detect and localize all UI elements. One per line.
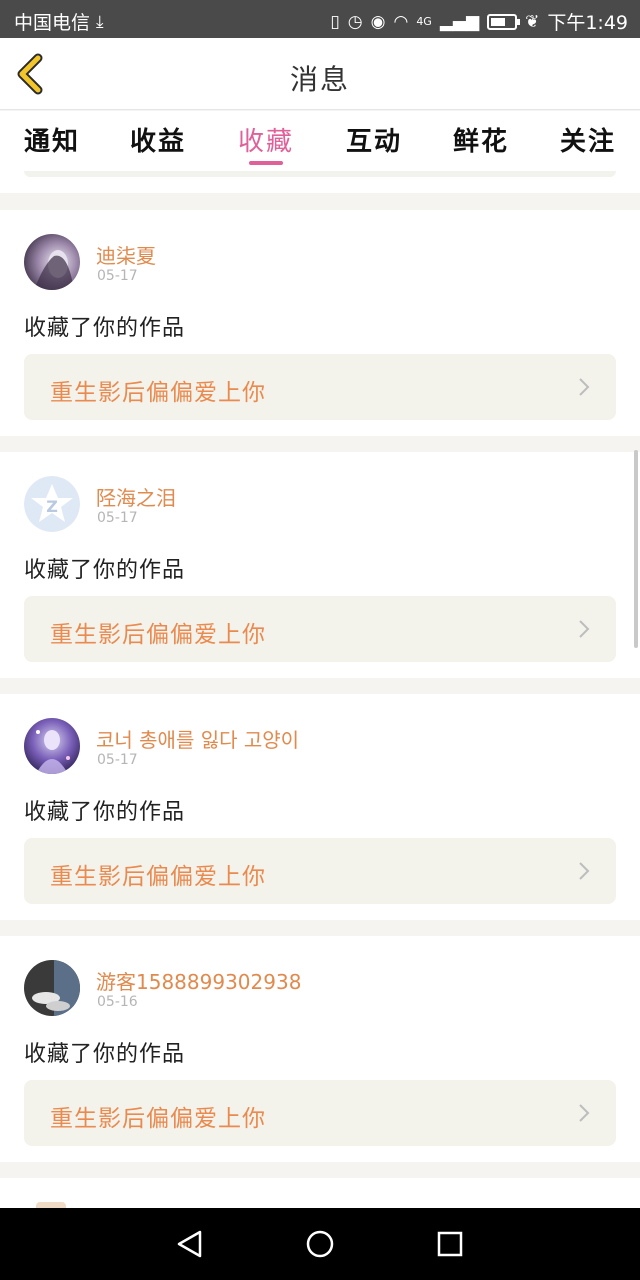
tab-label: 收益: [129, 127, 186, 157]
work-title: 重生影后偏偏爱上你: [50, 864, 266, 890]
tab-flowers[interactable]: 鲜花: [441, 121, 521, 158]
nav-recents-button[interactable]: [430, 1224, 470, 1264]
message-card: Z 陉海之泪 05-17 收藏了你的作品 重生影后偏偏爱上你: [0, 452, 640, 678]
username[interactable]: 迪柒夏: [96, 240, 156, 269]
circle-home-icon: [306, 1230, 334, 1258]
download-icon: ⤓: [96, 11, 104, 32]
avatar[interactable]: [24, 718, 80, 774]
message-card: 迪柒夏 05-17 收藏了你的作品 重生影后偏偏爱上你: [0, 210, 640, 436]
chevron-right-icon: [579, 1104, 590, 1122]
svg-text:Z: Z: [46, 497, 58, 516]
avatar[interactable]: Z: [24, 476, 80, 532]
tab-bar: 通知 收益 收藏 互动 鲜花 关注: [0, 111, 640, 171]
work-link[interactable]: 重生影后偏偏爱上你: [24, 1080, 616, 1146]
action-text: 收藏了你的作品: [24, 558, 186, 583]
tab-label: 鲜花: [452, 127, 509, 157]
tab-notifications[interactable]: 通知: [12, 121, 92, 158]
avatar[interactable]: [24, 960, 80, 1016]
status-time: 下午1:49: [547, 12, 628, 34]
triangle-back-icon: [177, 1230, 202, 1258]
tab-label: 收藏: [237, 127, 294, 157]
network-type: 4G: [416, 14, 432, 28]
username[interactable]: 游客1588899302938: [96, 966, 301, 995]
scrollbar[interactable]: [634, 450, 638, 648]
eye-icon: ◉: [370, 11, 386, 32]
status-bar: 中国电信 ⤓ ▯ ◷ ◉ ◠ 4G ▂▄▆ ❦ 下午1:49: [0, 0, 640, 38]
avatar[interactable]: [24, 234, 80, 290]
action-text: 收藏了你的作品: [24, 316, 186, 341]
wifi-icon: ◠: [393, 11, 409, 32]
tab-earnings[interactable]: 收益: [118, 121, 198, 158]
tab-favorites[interactable]: 收藏: [226, 121, 306, 158]
work-title: 重生影后偏偏爱上你: [50, 622, 266, 648]
tab-label: 关注: [559, 127, 616, 157]
square-recents-icon: [437, 1231, 463, 1257]
tab-following[interactable]: 关注: [548, 121, 628, 158]
tab-label: 互动: [345, 127, 402, 157]
work-link[interactable]: 重生影后偏偏爱上你: [24, 838, 616, 904]
active-tab-indicator: [249, 161, 283, 165]
message-card: 코너 총애를 잃다 고양이 05-17 收藏了你的作品 重生影后偏偏爱上你: [0, 694, 640, 920]
vibrate-icon: ▯: [330, 11, 340, 32]
chevron-right-icon: [579, 862, 590, 880]
message-date: 05-16: [97, 994, 138, 1010]
message-card-partial: [0, 1178, 640, 1210]
battery-icon: [487, 13, 521, 30]
message-card: 游客1588899302938 05-16 收藏了你的作品 重生影后偏偏爱上你: [0, 936, 640, 1162]
previous-card-bottom: [0, 171, 640, 193]
work-title: 重生影后偏偏爱上你: [50, 1106, 266, 1132]
tab-label: 通知: [23, 127, 80, 157]
chevron-right-icon: [579, 378, 590, 396]
action-text: 收藏了你的作品: [24, 800, 186, 825]
username[interactable]: 코너 총애를 잃다 고양이: [96, 724, 299, 753]
chevron-right-icon: [579, 620, 590, 638]
signal-icon: ▂▄▆: [439, 11, 480, 32]
alarm-icon: ◷: [347, 11, 363, 32]
app-header: 消息: [0, 38, 640, 110]
tab-interactions[interactable]: 互动: [334, 121, 414, 158]
action-text: 收藏了你的作品: [24, 1042, 186, 1067]
message-date: 05-17: [97, 510, 138, 526]
username[interactable]: 陉海之泪: [96, 482, 176, 511]
work-link[interactable]: 重生影后偏偏爱上你: [24, 354, 616, 420]
nav-back-button[interactable]: [170, 1224, 210, 1264]
message-date: 05-17: [97, 752, 138, 768]
page-title: 消息: [289, 63, 350, 96]
nav-home-button[interactable]: [300, 1224, 340, 1264]
leaf-icon: ❦: [525, 11, 540, 32]
work-link[interactable]: 重生影后偏偏爱上你: [24, 596, 616, 662]
carrier-label: 中国电信: [14, 12, 91, 34]
work-title: 重生影后偏偏爱上你: [50, 380, 266, 406]
system-nav-bar: [0, 1208, 640, 1280]
message-date: 05-17: [97, 268, 138, 284]
